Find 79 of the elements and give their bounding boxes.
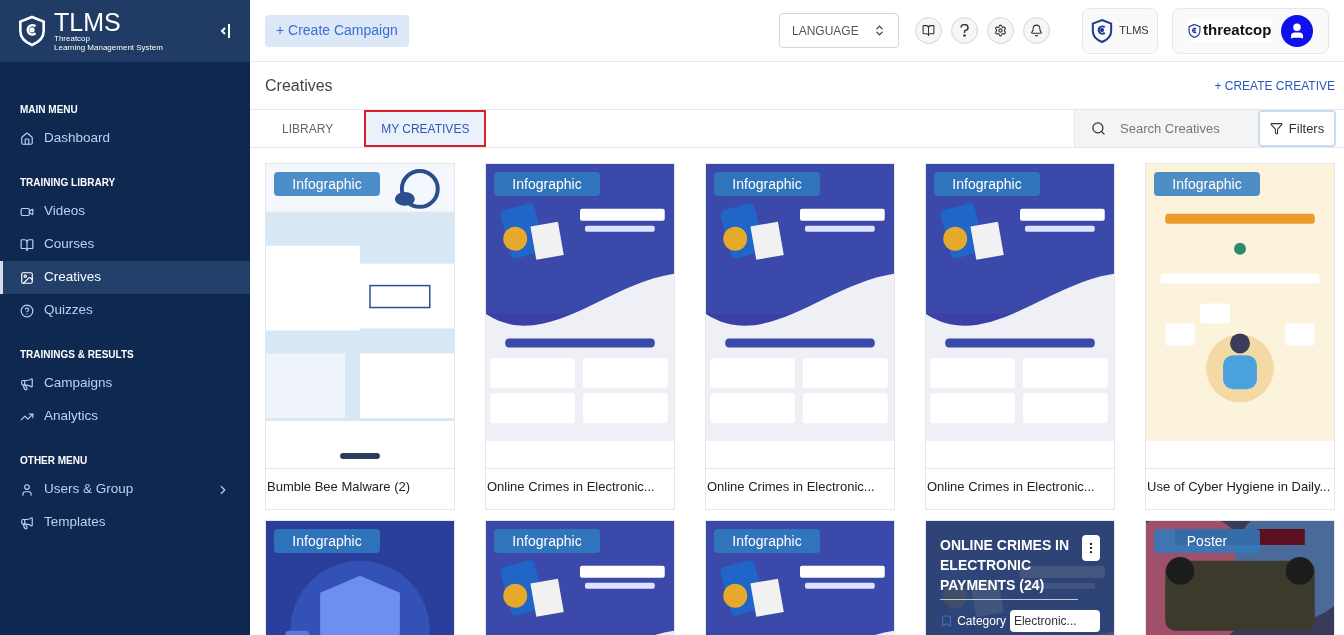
card-title: Online Crimes in Electronic... <box>486 478 656 496</box>
card-title: Online Crimes in Electronic... <box>926 478 1096 496</box>
product-switcher[interactable]: TLMS <box>1082 7 1158 54</box>
creative-card[interactable]: Infographic Online Crimes in Electronic... <box>485 163 675 510</box>
sidebar-item[interactable]: Campaigns <box>0 367 250 400</box>
page-title: Creatives <box>265 75 333 96</box>
menu-section-heading: TRAINING LIBRARY <box>19 175 117 190</box>
notifications-button[interactable] <box>1023 17 1050 44</box>
collapse-sidebar-button[interactable] <box>218 22 232 40</box>
brand-subtitle: Threatcop <box>54 34 92 43</box>
book-icon <box>20 237 34 252</box>
home-icon <box>20 131 34 146</box>
book-icon <box>922 24 935 37</box>
filters-button[interactable]: Filters <box>1258 110 1336 147</box>
tab[interactable]: LIBRARY <box>265 110 351 147</box>
sidebar-item[interactable]: Users & Group <box>0 473 250 506</box>
type-badge: Infographic <box>934 172 1040 196</box>
category-label: Category <box>957 613 1006 630</box>
creative-card[interactable]: ONLINE CRIMES IN ELECTRONIC PAYMENTS (24) Category Electronic... <box>925 520 1115 635</box>
sidebar-item[interactable]: Creatives <box>0 261 250 294</box>
menu-section-heading: TRAININGS & RESULTS <box>19 347 135 362</box>
search-field[interactable]: Search Creatives <box>1120 118 1240 139</box>
select-arrows-icon <box>873 24 886 37</box>
megaphone-icon <box>20 376 34 391</box>
shield-logo-icon <box>1091 16 1114 45</box>
creative-card[interactable]: Infographic Online Crimes in Electronic... <box>705 163 895 510</box>
type-badge: Infographic <box>274 529 380 553</box>
card-title: Bumble Bee Malware (2) <box>266 478 412 496</box>
collapse-icon <box>218 22 232 40</box>
type-badge: Infographic <box>714 172 820 196</box>
creative-card[interactable]: Infographic <box>485 520 675 635</box>
type-badge: Infographic <box>1154 172 1260 196</box>
category-value: Electronic... <box>1009 610 1100 632</box>
create-campaign-button[interactable]: + Create Campaign <box>265 14 409 47</box>
question-mark-icon <box>960 24 969 37</box>
user-icon <box>20 482 34 497</box>
creative-card[interactable]: Infographic Use of Cyber Hygiene in Daily... <box>1145 163 1335 510</box>
creative-card[interactable]: Poster <box>1145 520 1335 635</box>
sidebar-item[interactable]: Templates <box>0 506 250 539</box>
overlay-title: ONLINE CRIMES IN ELECTRONIC PAYMENTS (24) <box>940 535 1078 600</box>
help-button[interactable] <box>951 17 978 44</box>
brand-tagline: Learning Management System <box>54 43 163 52</box>
language-select[interactable]: LANGUAGE <box>779 13 899 48</box>
creative-card[interactable]: Infographic Online Crimes in Electronic... <box>925 163 1115 510</box>
sidebar-item[interactable]: Quizzes <box>0 294 250 327</box>
help-icon <box>20 303 34 318</box>
shield-logo-icon <box>1188 22 1201 39</box>
search-icon <box>1091 121 1106 136</box>
search-bar[interactable]: Search Creatives <box>1074 110 1258 147</box>
user-icon <box>1288 21 1306 40</box>
shield-logo-icon <box>18 14 46 48</box>
type-badge: Infographic <box>274 172 380 196</box>
card-title: Use of Cyber Hygiene in Daily... <box>1146 478 1332 496</box>
bookmark-icon <box>940 614 954 628</box>
creative-card[interactable]: Infographic <box>705 520 895 635</box>
creative-card[interactable]: Infographic Bumble Bee Malware (2) <box>265 163 455 510</box>
guide-button[interactable] <box>915 17 942 44</box>
menu-section-heading: OTHER MENU <box>19 453 89 468</box>
filter-icon <box>1269 122 1283 135</box>
type-badge: Infographic <box>494 172 600 196</box>
sidebar-item[interactable]: Analytics <box>0 400 250 433</box>
card-title: Online Crimes in Electronic... <box>706 478 876 496</box>
tab[interactable]: MY CREATIVES <box>364 110 487 147</box>
type-badge: Infographic <box>714 529 820 553</box>
creative-card[interactable]: Infographic <box>265 520 455 635</box>
brand-name: TLMS <box>54 10 122 34</box>
sidebar-item[interactable]: Videos <box>0 195 250 228</box>
menu-section-heading: MAIN MENU <box>19 102 79 117</box>
sidebar-item[interactable]: Dashboard <box>0 122 250 155</box>
account-menu[interactable]: threatcop <box>1172 7 1329 54</box>
settings-button[interactable] <box>987 17 1014 44</box>
settings-icon <box>994 24 1007 37</box>
sidebar-item[interactable]: Courses <box>0 228 250 261</box>
create-creative-link[interactable]: + CREATE CREATIVE <box>1214 76 1335 95</box>
image-icon <box>20 270 34 285</box>
type-badge: Infographic <box>494 529 600 553</box>
megaphone-icon <box>20 515 34 530</box>
bell-icon <box>1030 24 1043 37</box>
type-badge: Poster <box>1154 529 1260 553</box>
